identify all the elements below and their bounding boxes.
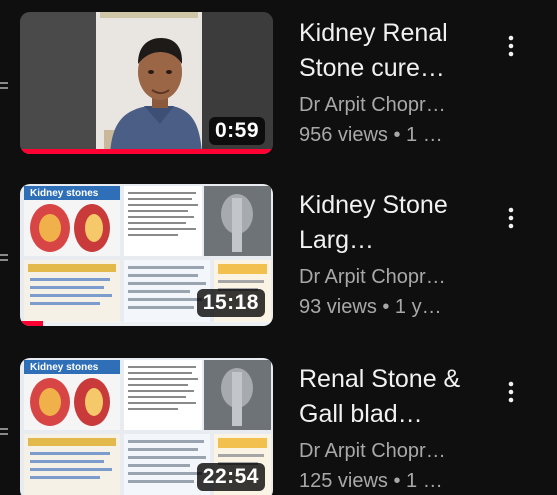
more-options-button[interactable] <box>499 368 523 408</box>
video-meta: 125 views • 1 … <box>299 470 443 492</box>
video-meta: 93 views • 1 y… <box>299 296 442 318</box>
duration-badge: 22:54 <box>196 463 265 491</box>
more-vert-icon <box>508 35 514 57</box>
video-meta: 956 views • 1 … <box>299 124 443 146</box>
video-title[interactable]: Kidney Renal Stone cure… <box>299 16 489 86</box>
video-thumbnail[interactable]: Kidney stones <box>20 358 273 495</box>
more-vert-icon <box>508 207 514 229</box>
video-item[interactable]: Kidney stones <box>0 358 557 495</box>
video-info[interactable]: Kidney Stone Larg… Dr Arpit Chopr… 93 vi… <box>299 188 489 322</box>
channel-name[interactable]: Dr Arpit Chopr… <box>299 90 489 120</box>
video-item[interactable]: Kidney stones <box>0 184 557 344</box>
video-title[interactable]: Kidney Stone Larg… <box>299 188 489 258</box>
slide-header: Kidney stones <box>30 188 99 199</box>
video-info[interactable]: Renal Stone & Gall blad… Dr Arpit Chopr…… <box>299 362 489 495</box>
watch-progress-fill <box>20 149 273 154</box>
channel-name[interactable]: Dr Arpit Chopr… <box>299 436 489 466</box>
watch-progress-bar <box>20 321 273 326</box>
duration-badge: 0:59 <box>208 117 265 145</box>
more-options-button[interactable] <box>499 22 523 62</box>
video-title[interactable]: Renal Stone & Gall blad… <box>299 362 489 432</box>
watch-progress-fill <box>20 321 43 326</box>
more-vert-icon <box>508 381 514 403</box>
video-list: 0:59 Kidney Renal Stone cure… Dr Arpit C… <box>0 0 557 495</box>
watch-progress-bar <box>20 149 273 154</box>
video-thumbnail[interactable]: 0:59 <box>20 12 273 154</box>
video-thumbnail[interactable]: Kidney stones <box>20 184 273 326</box>
duration-badge: 15:18 <box>196 289 265 317</box>
slide-header: Kidney stones <box>30 362 99 373</box>
video-info[interactable]: Kidney Renal Stone cure… Dr Arpit Chopr…… <box>299 16 489 150</box>
more-options-button[interactable] <box>499 194 523 234</box>
video-item[interactable]: 0:59 Kidney Renal Stone cure… Dr Arpit C… <box>0 12 557 172</box>
channel-name[interactable]: Dr Arpit Chopr… <box>299 262 489 292</box>
